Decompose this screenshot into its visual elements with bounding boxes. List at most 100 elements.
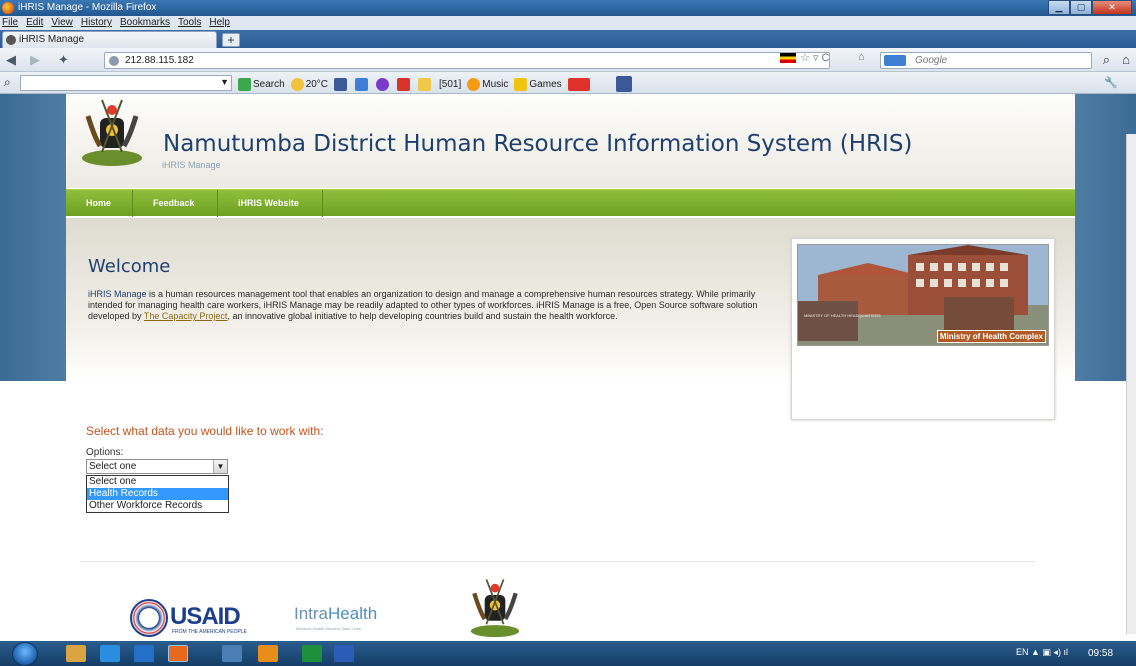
reload-icon[interactable]: ☆ ▿ C: [800, 51, 829, 64]
search-input[interactable]: Google: [880, 52, 1092, 69]
maximize-button[interactable]: ▢: [1070, 0, 1092, 15]
welcome-text-2: , an innovative global initiative to hel…: [227, 311, 618, 321]
options-dropdown-list: Select one Health Records Other Workforc…: [86, 475, 229, 513]
search-icon[interactable]: ⌕: [1103, 52, 1110, 68]
chrome-icon[interactable]: [222, 645, 242, 662]
tab-label: iHRIS Manage: [19, 34, 85, 45]
tab-favicon-icon: [6, 35, 16, 45]
nav-divider: [132, 190, 133, 217]
games-label: Games: [529, 78, 562, 90]
home-button-icon[interactable]: ⌂: [1122, 52, 1130, 67]
usaid-text: USAID: [170, 603, 241, 630]
nav-home[interactable]: Home: [86, 198, 111, 208]
wrench-icon[interactable]: 🔧: [1104, 76, 1118, 89]
toolbar-search-button[interactable]: Search: [238, 77, 285, 91]
options-select[interactable]: Select one ▼: [86, 459, 228, 474]
uganda-coat-of-arms-icon: [82, 99, 142, 166]
web-page: Namutumba District Human Resource Inform…: [0, 94, 1136, 641]
usaid-seal-icon: [130, 599, 168, 637]
media-player-icon[interactable]: [134, 645, 154, 662]
footer-divider: [80, 561, 1035, 562]
address-url: 212.88.115.182: [125, 55, 194, 66]
nav-feedback[interactable]: Feedback: [153, 198, 195, 208]
uganda-flag-icon: [780, 53, 796, 63]
menu-file[interactable]: File: [2, 16, 18, 30]
search-go-icon: [238, 77, 251, 91]
window-controls: ▁ ▢ ✕: [1048, 0, 1132, 16]
games-button[interactable]: Games: [514, 77, 562, 91]
messenger-icon[interactable]: [376, 77, 390, 91]
chevron-down-icon[interactable]: ▼: [220, 77, 229, 87]
nav-ihris-website[interactable]: iHRIS Website: [238, 198, 299, 208]
back-arrow-icon[interactable]: ◀: [6, 52, 16, 68]
bookmark-star-icon[interactable]: ✦: [58, 52, 69, 68]
menu-edit[interactable]: Edit: [26, 16, 43, 30]
menu-help[interactable]: Help: [209, 16, 230, 30]
search-icon[interactable]: ⌕: [4, 75, 11, 90]
site-nav: Home Feedback iHRIS Website: [66, 189, 1075, 217]
music-label: Music: [482, 78, 509, 90]
windows-taskbar: EN ▲ ▣ ◂) ıl 09:58: [0, 641, 1136, 666]
intrahealth-logo: IntraHealth: [294, 604, 377, 624]
firefox-icon: [2, 2, 14, 14]
toolbar-search-input[interactable]: ▼: [20, 75, 232, 91]
search-placeholder: Google: [915, 55, 948, 66]
site-header: Namutumba District Human Resource Inform…: [66, 94, 1075, 188]
weather-widget[interactable]: 20°C: [290, 77, 328, 91]
firefox-taskbar-icon[interactable]: [168, 645, 188, 662]
minimize-button[interactable]: ▁: [1048, 0, 1070, 15]
forward-arrow-icon[interactable]: ▶: [30, 52, 40, 68]
welcome-heading: Welcome: [88, 256, 171, 277]
search-engine-icon: [884, 55, 906, 66]
page-scrollbar[interactable]: [1126, 134, 1136, 634]
star-icon: [514, 77, 528, 91]
globe-icon: [109, 56, 119, 66]
menu-bookmarks[interactable]: Bookmarks: [120, 16, 170, 30]
explorer-icon[interactable]: [66, 645, 86, 662]
intrahealth-tagline: Because Health Workers Save Lives: [296, 626, 361, 631]
outlook-icon[interactable]: [258, 645, 278, 662]
capacity-project-link[interactable]: The Capacity Project: [144, 311, 228, 321]
clock[interactable]: 09:58: [1088, 648, 1113, 659]
count-badge[interactable]: [501]: [439, 79, 461, 90]
option-health-records[interactable]: Health Records: [87, 488, 228, 500]
home-icon[interactable]: ⌂: [858, 51, 865, 63]
mail-icon[interactable]: [355, 77, 369, 91]
welcome-paragraph: iHRIS Manage is a human resources manage…: [88, 289, 768, 322]
usaid-logo: USAID FROM THE AMERICAN PEOPLE: [130, 599, 270, 639]
facebook-icon[interactable]: [334, 77, 348, 91]
menu-history[interactable]: History: [81, 16, 112, 30]
language-indicator[interactable]: EN: [1016, 647, 1029, 657]
tab-ihris-manage[interactable]: iHRIS Manage: [2, 31, 217, 48]
smiley-icon[interactable]: [418, 77, 432, 91]
health-text: Health: [328, 604, 378, 623]
site-title: Namutumba District Human Resource Inform…: [163, 131, 913, 157]
chevron-down-icon[interactable]: ▼: [213, 460, 227, 473]
tab-bar: iHRIS Manage +: [0, 30, 1136, 48]
page-margin-left: [0, 381, 66, 641]
nav-divider: [322, 190, 323, 217]
options-label: Options:: [86, 447, 124, 458]
window-title-bar: iHRIS Manage - Mozilla Firefox ▁ ▢ ✕: [0, 0, 1136, 16]
internet-explorer-icon[interactable]: [100, 645, 120, 662]
option-other-workforce-records[interactable]: Other Workforce Records: [87, 500, 228, 512]
close-button[interactable]: ✕: [1092, 0, 1132, 15]
option-select-one[interactable]: Select one: [87, 476, 228, 488]
toolbar-search-label: Search: [253, 78, 285, 90]
facebook-notify-icon[interactable]: [615, 76, 632, 92]
options-current-value: Select one: [89, 461, 137, 472]
radio-icon[interactable]: [397, 77, 411, 91]
address-bar[interactable]: 212.88.115.182: [104, 52, 830, 69]
cb-icon[interactable]: [567, 77, 590, 91]
music-icon: [467, 77, 481, 91]
new-tab-button[interactable]: +: [222, 33, 240, 47]
menu-view[interactable]: View: [51, 16, 73, 30]
intra-text: Intra: [294, 604, 329, 623]
photo-caption: Ministry of Health Complex: [936, 330, 1046, 343]
menu-tools[interactable]: Tools: [178, 16, 201, 30]
word-icon[interactable]: [334, 645, 354, 662]
start-button[interactable]: [12, 642, 38, 666]
music-button[interactable]: Music: [467, 77, 509, 91]
excel-icon[interactable]: [302, 645, 322, 662]
toolbar-items: Search 20°C [501] Music Games: [238, 76, 634, 92]
